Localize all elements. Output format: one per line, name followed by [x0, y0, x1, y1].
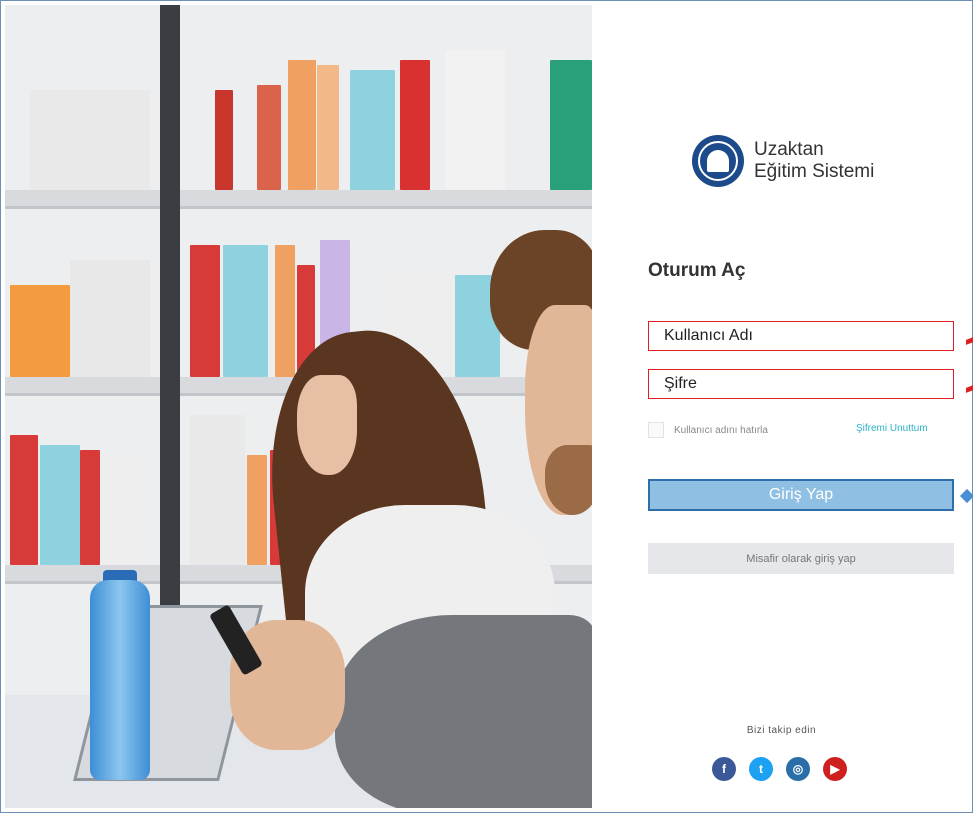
brand-line-1: Uzaktan	[754, 139, 824, 160]
brand-logo: Uzaktan Eğitim Sistemi	[692, 135, 874, 187]
guest-login-button[interactable]: Misafir olarak giriş yap	[648, 543, 954, 574]
hero-image-students-library	[5, 5, 592, 808]
shelf-board	[5, 190, 592, 209]
password-input[interactable]	[648, 369, 954, 399]
brand-line-2: Eğitim Sistemi	[754, 161, 875, 182]
remember-me[interactable]: Kullanıcı adını hatırla	[648, 422, 768, 438]
twitter-icon[interactable]: t	[749, 757, 773, 781]
username-input[interactable]	[648, 321, 954, 351]
login-button[interactable]: Giriş Yap	[648, 479, 954, 511]
facebook-icon[interactable]: f	[712, 757, 736, 781]
follow-us-label: Bizi takip edin	[746, 725, 817, 736]
social-links: f t ◎ ▶	[712, 757, 847, 781]
forgot-password-link[interactable]: Şifremi Unuttum	[856, 423, 928, 434]
brand-title: Uzaktan Eğitim Sistemi	[754, 139, 874, 183]
remember-label: Kullanıcı adını hatırla	[674, 424, 768, 436]
youtube-icon[interactable]: ▶	[823, 757, 847, 781]
remember-checkbox[interactable]	[648, 422, 664, 438]
university-seal-icon	[692, 135, 744, 187]
instagram-icon[interactable]: ◎	[786, 757, 810, 781]
page-title: Oturum Aç	[648, 260, 746, 281]
login-panel: Uzaktan Eğitim Sistemi Oturum Aç Kullanı…	[592, 5, 973, 808]
